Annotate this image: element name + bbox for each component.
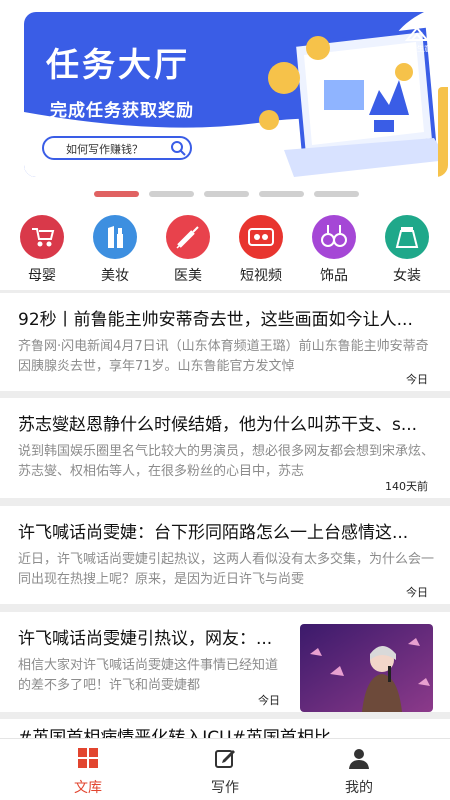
article-title[interactable]: 许飞喊话尚雯婕：台下形同陌路怎么一上台感情这... (18, 518, 438, 543)
task-hall-banner[interactable]: 任务大厅 完成任务获取奖励 新新生意 如何写作赚钱？ (24, 12, 448, 177)
article-summary: 说到韩国娱乐圈里名气比较大的男演员，想必很多网友都会想到宋承炫、苏志燮、权相佑等… (18, 444, 435, 479)
article-summary: 齐鲁网·闪电新闻4月7日讯（山东体育频道王璐）前山东鲁能主帅安蒂奇因胰腺炎去世，… (18, 339, 429, 374)
article-card[interactable]: 许飞喊话尚雯婕引热议，网友：... 相信大家对许飞喊话尚雯婕这件事情已经知道的差… (0, 612, 450, 712)
tab-xiezuo[interactable]: 写作 (190, 747, 260, 797)
grid-icon (78, 748, 98, 768)
banner-logo: 新新生意 (400, 26, 434, 54)
article-time: 140天前 (385, 480, 428, 493)
logo-icon (404, 26, 430, 41)
article-thumbnail[interactable] (300, 624, 433, 712)
article-time: 今日 (406, 586, 428, 599)
article-time: 今日 (406, 373, 428, 386)
edit-icon (215, 750, 235, 768)
article-title[interactable]: 许飞喊话尚雯婕引热议，网友：... (18, 624, 288, 649)
article-summary: 相信大家对许飞喊话尚雯婕这件事情已经知道的差不多了吧！许飞和尚雯婕都 (18, 658, 279, 693)
article-card[interactable]: 苏志燮赵恩静什么时候结婚，他为什么叫苏干支、s... 说到韩国娱乐圈里名气比较大… (0, 398, 450, 498)
lipstick-icon (93, 215, 137, 259)
carousel-dot[interactable] (259, 191, 304, 197)
search-icon (171, 141, 186, 156)
category-nvzhuang[interactable]: 女装 (377, 215, 437, 285)
category-yimei[interactable]: 医美 (158, 215, 218, 285)
category-label: 医美 (174, 268, 202, 284)
article-title[interactable]: 92秒丨前鲁能主帅安蒂奇去世，这些画面如今让人... (18, 305, 438, 330)
video-tape-icon (239, 215, 283, 259)
article-card[interactable]: 许飞喊话尚雯婕：台下形同陌路怎么一上台感情这... 近日，许飞喊话尚雯婕引起热议… (0, 506, 450, 604)
category-meizhuang[interactable]: 美妆 (85, 215, 145, 285)
article-time: 今日 (258, 694, 280, 707)
banner-search-text: 如何写作赚钱？ (66, 143, 143, 156)
article-card[interactable]: 92秒丨前鲁能主帅安蒂奇去世，这些画面如今让人... 齐鲁网·闪电新闻4月7日讯… (0, 293, 450, 391)
banner-subtitle: 完成任务获取奖励 (50, 101, 194, 121)
category-muying[interactable]: 母婴 (12, 215, 72, 285)
category-label: 美妆 (101, 268, 129, 284)
carousel-dot[interactable] (204, 191, 249, 197)
tab-label: 文库 (74, 780, 102, 796)
category-label: 母婴 (28, 268, 56, 284)
article-title[interactable]: #英国首相病情恶化转入ICU#英国首相比... (18, 723, 438, 738)
tab-label: 我的 (345, 780, 373, 796)
category-bar: 母婴 美妆 医美 短视频 饰品 女装 (0, 205, 450, 290)
carousel-dot[interactable] (94, 191, 139, 197)
syringe-icon (166, 215, 210, 259)
user-icon (349, 749, 369, 769)
carousel-dot[interactable] (314, 191, 359, 197)
banner-title: 任务大厅 (46, 45, 190, 84)
banner-area: 任务大厅 完成任务获取奖励 新新生意 如何写作赚钱？ (0, 0, 450, 205)
category-label: 短视频 (240, 268, 282, 284)
stroller-icon (20, 215, 64, 259)
tab-wenku[interactable]: 文库 (53, 747, 123, 797)
article-title[interactable]: 苏志燮赵恩静什么时候结婚，他为什么叫苏干支、s... (18, 410, 438, 435)
carousel-dot[interactable] (149, 191, 194, 197)
screen: 任务大厅 完成任务获取奖励 新新生意 如何写作赚钱？ 母婴 美妆 医美 短视频 … (0, 0, 450, 800)
category-duanshipin[interactable]: 短视频 (231, 215, 291, 285)
category-label: 饰品 (320, 268, 348, 284)
article-card[interactable]: #英国首相病情恶化转入ICU#英国首相比... (0, 719, 450, 738)
tab-label: 写作 (211, 780, 239, 796)
category-label: 女装 (393, 268, 421, 284)
tab-wode[interactable]: 我的 (324, 747, 394, 797)
category-shipin[interactable]: 饰品 (304, 215, 364, 285)
banner-next-peek (438, 87, 448, 177)
banner-search-box[interactable]: 如何写作赚钱？ (42, 136, 192, 160)
skirt-icon (385, 215, 429, 259)
earrings-icon (312, 215, 356, 259)
logo-text: 新新生意 (403, 45, 431, 53)
bottom-tab-bar: 文库 写作 我的 (0, 738, 450, 800)
article-summary: 近日，许飞喊话尚雯婕引起热议，这两人看似没有太多交集，为什么会一同出现在热搜上呢… (18, 552, 435, 587)
